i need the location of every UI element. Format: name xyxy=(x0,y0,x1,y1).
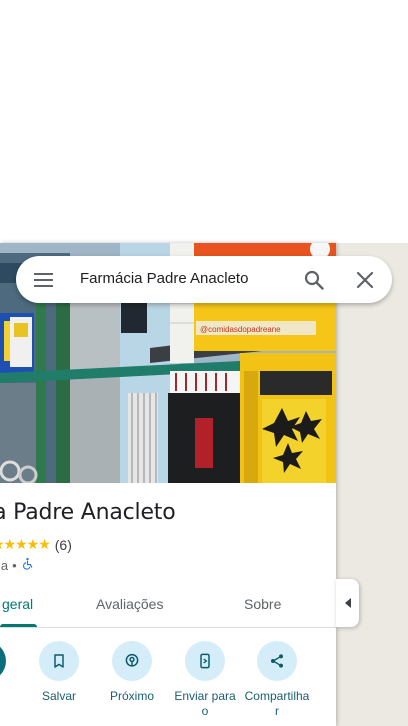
bookmark-icon xyxy=(39,641,79,681)
tab-about[interactable]: Sobre xyxy=(244,596,281,612)
separator-dot: • xyxy=(12,557,17,573)
place-title: ácia Padre Anacleto xyxy=(0,500,176,525)
tab-reviews[interactable]: Avaliações xyxy=(96,596,163,612)
blank-area xyxy=(0,0,408,243)
menu-icon[interactable] xyxy=(33,270,55,290)
share-icon xyxy=(257,641,297,681)
send-to-phone-icon xyxy=(185,641,225,681)
save-label: Salvar xyxy=(41,689,76,703)
rating-row[interactable]: ★★★★★ (6) xyxy=(0,536,72,553)
search-box[interactable]: Farmácia Padre Anacleto xyxy=(16,256,392,303)
save-button[interactable]: Salvar xyxy=(21,641,97,704)
review-count[interactable]: (6) xyxy=(55,537,72,553)
category-label[interactable]: ia xyxy=(0,558,8,573)
search-icon[interactable] xyxy=(302,268,326,292)
map-area[interactable] xyxy=(336,243,408,726)
directions-icon xyxy=(0,641,6,681)
nearby-button[interactable]: Próximo xyxy=(94,641,170,704)
share-button[interactable]: Compartilha r xyxy=(239,641,315,719)
place-tabs: geral Avaliações Sobre xyxy=(0,583,336,628)
search-query[interactable]: Farmácia Padre Anacleto xyxy=(80,270,248,287)
star-rating-icon: ★★★★★ xyxy=(0,536,51,552)
category-row: ia • xyxy=(0,557,34,573)
collapse-panel-button[interactable] xyxy=(336,579,359,627)
tab-overview[interactable]: geral xyxy=(2,596,33,612)
place-panel: @comidasdopadreane ácia Padre Anacleto ★… xyxy=(0,243,336,726)
active-tab-indicator xyxy=(0,624,37,627)
close-icon[interactable] xyxy=(353,268,377,292)
caret-left-icon xyxy=(344,598,351,608)
nearby-label: Próximo xyxy=(109,689,154,703)
action-buttons: s Salvar Próximo Enviar para o Compartil… xyxy=(0,641,336,726)
share-label: Compartilha r xyxy=(244,689,310,718)
nearby-icon xyxy=(112,641,152,681)
send-to-phone-label: Enviar para o xyxy=(174,689,236,718)
wheelchair-icon xyxy=(21,557,34,573)
send-to-phone-button[interactable]: Enviar para o xyxy=(167,641,243,719)
store-sign-text: @comidasdopadreane xyxy=(200,325,281,334)
